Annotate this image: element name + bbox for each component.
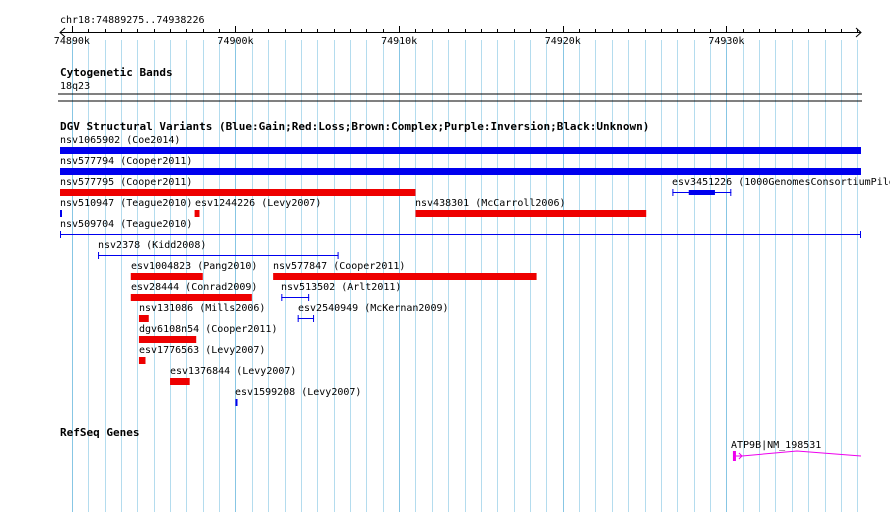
- sv-feature-label: nsv1065902 (Coe2014): [60, 135, 181, 146]
- sv-bar[interactable]: [60, 168, 861, 175]
- sv-feature-glyph[interactable]: [0, 356, 890, 366]
- gene-feature[interactable]: [0, 448, 890, 468]
- sv-feature-label: nsv2378 (Kidd2008): [98, 240, 207, 251]
- sv-bar[interactable]: [170, 378, 190, 385]
- sv-feature-glyph[interactable]: [0, 377, 890, 387]
- sv-feature-label: esv1599208 (Levy2007): [235, 387, 362, 398]
- sv-bar[interactable]: [415, 210, 647, 217]
- sv-feature-label: esv3451226 (1000GenomesConsortiumPilo: [672, 177, 890, 188]
- sv-bar[interactable]: [273, 273, 537, 280]
- sv-feature-label: esv1376844 (Levy2007): [170, 366, 297, 377]
- sv-feature-label: nsv509704 (Teague2010): [60, 219, 193, 230]
- sv-feature-glyph[interactable]: [0, 146, 890, 156]
- sv-feature-label: nsv577794 (Cooper2011): [60, 156, 193, 167]
- sv-feature-glyph[interactable]: [0, 209, 890, 219]
- sv-tick[interactable]: [235, 399, 238, 406]
- sv-feature-glyph[interactable]: [0, 314, 890, 324]
- sv-feature-label: nsv577847 (Cooper2011): [273, 261, 406, 272]
- gene-intron[interactable]: [741, 450, 862, 457]
- cytoband-label: 18q23: [60, 81, 91, 92]
- sv-feature-glyph[interactable]: [0, 167, 890, 177]
- sv-bar[interactable]: [138, 357, 146, 364]
- sv-feature-label: nsv510947 (Teague2010): [60, 198, 193, 209]
- sv-feature-label: nsv438301 (McCarroll2006): [415, 198, 566, 209]
- ruler-tick-label: 74900k: [217, 36, 253, 47]
- sv-feature-label: esv1004823 (Pang2010): [131, 261, 258, 272]
- sv-feature-glyph[interactable]: [0, 335, 890, 345]
- dgv-track-title: DGV Structural Variants (Blue:Gain;Red:L…: [60, 120, 650, 133]
- sv-feature-label: nsv131086 (Mills2006): [139, 303, 266, 314]
- sv-feature-glyph[interactable]: [0, 188, 890, 198]
- ruler-tick-label: 74890k: [54, 36, 90, 47]
- sv-bar[interactable]: [60, 147, 861, 154]
- sv-feature-label: esv2540949 (McKernan2009): [298, 303, 449, 314]
- sv-feature-label: nsv513502 (Arlt2011): [281, 282, 402, 293]
- genome-browser-view: chr18:74889275..74938226 74890k 74900k 749…: [0, 0, 890, 512]
- sv-feature-glyph[interactable]: [0, 272, 890, 282]
- sv-feature-label: esv28444 (Conrad2009): [131, 282, 258, 293]
- refseq-track-title: RefSeq Genes: [60, 426, 140, 439]
- ruler-tick-label: 74910k: [381, 36, 417, 47]
- sv-bar[interactable]: [138, 336, 197, 343]
- sv-feature-label: esv1776563 (Levy2007): [139, 345, 266, 356]
- sv-feature-label: nsv577795 (Cooper2011): [60, 177, 193, 188]
- sv-core[interactable]: [688, 190, 715, 195]
- sv-feature-label: dgv6108n54 (Cooper2011): [139, 324, 278, 335]
- sv-feature-glyph[interactable]: [0, 398, 890, 408]
- cytoband-track-title: Cytogenetic Bands: [60, 66, 173, 79]
- sv-feature-glyph[interactable]: [0, 293, 890, 303]
- ruler-axis[interactable]: 74890k 74900k 74910k 74920k 74930k: [0, 22, 890, 72]
- ruler-tick-label: 74930k: [708, 36, 744, 47]
- cytoband-ideogram[interactable]: [0, 92, 890, 104]
- sv-feature-glyph[interactable]: [0, 251, 890, 261]
- ruler-tick-label: 74920k: [545, 36, 581, 47]
- sv-feature-glyph[interactable]: [0, 230, 890, 240]
- sv-feature-label: esv1244226 (Levy2007): [195, 198, 322, 209]
- gene-exon[interactable]: [732, 451, 736, 461]
- gene-strand-arrow-icon: [735, 452, 743, 460]
